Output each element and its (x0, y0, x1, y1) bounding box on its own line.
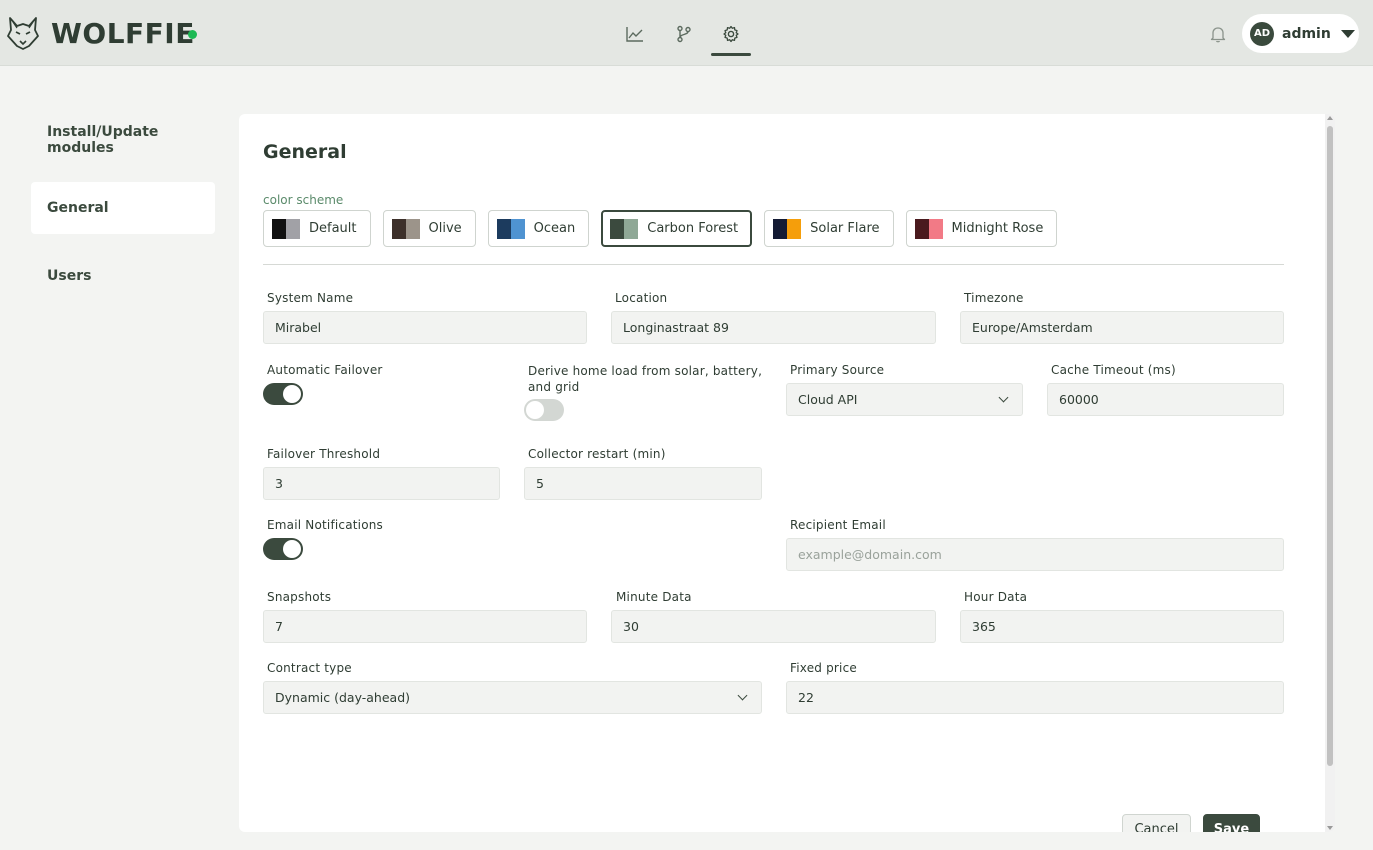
automatic-failover-toggle[interactable] (263, 383, 303, 405)
scheme-label: Olive (428, 221, 462, 236)
scheme-swatch (272, 218, 300, 239)
color-scheme-options: Default Olive Ocean Carbon Forest Solar … (263, 210, 1058, 247)
scheme-label: Midnight Rose (951, 221, 1044, 236)
scheme-label: Carbon Forest (647, 221, 739, 236)
contract-type-label: Contract type (267, 661, 352, 675)
timezone-input[interactable] (960, 311, 1284, 344)
sidebar-item-general[interactable]: General (31, 182, 215, 234)
minute-data-label: Minute Data (616, 590, 692, 604)
scheme-swatch (610, 218, 639, 239)
system-name-label: System Name (267, 291, 354, 305)
scroll-thumb[interactable] (1327, 126, 1333, 766)
sidebar-item-install-update-modules[interactable]: Install/Update modules (31, 114, 215, 166)
scheme-midnight-rose-button[interactable]: Midnight Rose (905, 210, 1058, 247)
toggle-knob (283, 540, 301, 558)
caret-down-icon (1340, 29, 1355, 38)
chevron-down-icon (737, 690, 748, 701)
scheme-olive-button[interactable]: Olive (382, 210, 476, 247)
top-header: WOLFFIE AD admin (0, 0, 1373, 66)
brand-name: WOLFFIE (51, 17, 195, 50)
scroll-up-arrow-icon[interactable] (1327, 116, 1333, 120)
primary-source-value: Cloud API (798, 392, 858, 407)
nav-settings-gear-icon[interactable] (717, 20, 745, 48)
scheme-swatch (391, 218, 420, 239)
save-button[interactable]: Save (1203, 814, 1260, 832)
fixed-price-label: Fixed price (790, 661, 857, 675)
status-online-dot (188, 30, 197, 39)
wolf-logo-icon (7, 17, 39, 50)
minute-data-input[interactable] (611, 610, 936, 643)
nav-chart-icon[interactable] (621, 20, 649, 48)
cache-timeout-input[interactable] (1047, 383, 1284, 416)
sidebar-item-label: General (47, 200, 109, 216)
scheme-default-button[interactable]: Default (263, 210, 371, 247)
toggle-knob (283, 385, 301, 403)
user-name: admin (1282, 25, 1331, 42)
contract-type-select[interactable]: Dynamic (day-ahead) (263, 681, 762, 714)
sidebar-item-label: Users (47, 268, 92, 284)
collector-restart-label: Collector restart (min) (528, 447, 666, 461)
avatar: AD (1250, 21, 1274, 46)
chevron-down-icon (998, 392, 1009, 403)
failover-threshold-label: Failover Threshold (267, 447, 381, 461)
snapshots-input[interactable] (263, 610, 587, 643)
email-notifications-label: Email Notifications (267, 518, 384, 532)
hour-data-input[interactable] (960, 610, 1284, 643)
collector-restart-input[interactable] (524, 467, 762, 500)
scroll-down-arrow-icon[interactable] (1327, 826, 1333, 830)
email-notifications-toggle[interactable] (263, 538, 303, 560)
cancel-button[interactable]: Cancel (1122, 814, 1191, 832)
primary-source-label: Primary Source (790, 363, 885, 377)
scheme-swatch (496, 218, 525, 239)
automatic-failover-label: Automatic Failover (267, 363, 383, 377)
sidebar-item-users[interactable]: Users (31, 250, 215, 302)
primary-source-select[interactable]: Cloud API (786, 383, 1023, 416)
scheme-swatch (914, 218, 943, 239)
derive-home-load-label: Derive home load from solar, battery, an… (528, 363, 768, 395)
recipient-email-label: Recipient Email (790, 518, 886, 532)
user-menu-button[interactable]: AD admin (1242, 14, 1359, 53)
derive-home-load-label-line2: and grid (528, 380, 580, 394)
toggle-knob (526, 401, 544, 419)
scheme-ocean-button[interactable]: Ocean (487, 210, 590, 247)
general-settings-card: General color scheme Default Olive Ocean… (239, 114, 1335, 832)
scheme-label: Default (309, 221, 357, 236)
scheme-solar-flare-button[interactable]: Solar Flare (764, 210, 894, 247)
active-nav-indicator (711, 53, 751, 56)
nav-git-branch-icon[interactable] (670, 20, 698, 48)
failover-threshold-input[interactable] (263, 467, 500, 500)
scheme-label: Solar Flare (810, 221, 880, 236)
scheme-carbon-forest-button[interactable]: Carbon Forest (601, 210, 753, 247)
location-input[interactable] (611, 311, 936, 344)
recipient-email-input[interactable] (786, 538, 1284, 571)
card-scrollbar[interactable] (1325, 114, 1335, 832)
scheme-label: Ocean (533, 221, 576, 236)
derive-home-load-toggle[interactable] (524, 399, 564, 421)
snapshots-label: Snapshots (267, 590, 332, 604)
sidebar-item-label: Install/Update modules (47, 124, 159, 156)
fixed-price-input[interactable] (786, 681, 1284, 714)
contract-type-value: Dynamic (day-ahead) (275, 690, 411, 705)
location-label: Location (615, 291, 668, 305)
section-divider (263, 264, 1284, 265)
system-name-input[interactable] (263, 311, 587, 344)
notifications-bell-icon[interactable] (1205, 20, 1231, 48)
hour-data-label: Hour Data (964, 590, 1028, 604)
page-title: General (263, 141, 347, 163)
derive-home-load-label-line1: Derive home load from solar, battery, (528, 364, 763, 378)
color-scheme-label: color scheme (263, 193, 344, 207)
cache-timeout-label: Cache Timeout (ms) (1051, 363, 1176, 377)
scheme-swatch (773, 218, 802, 239)
timezone-label: Timezone (964, 291, 1024, 305)
